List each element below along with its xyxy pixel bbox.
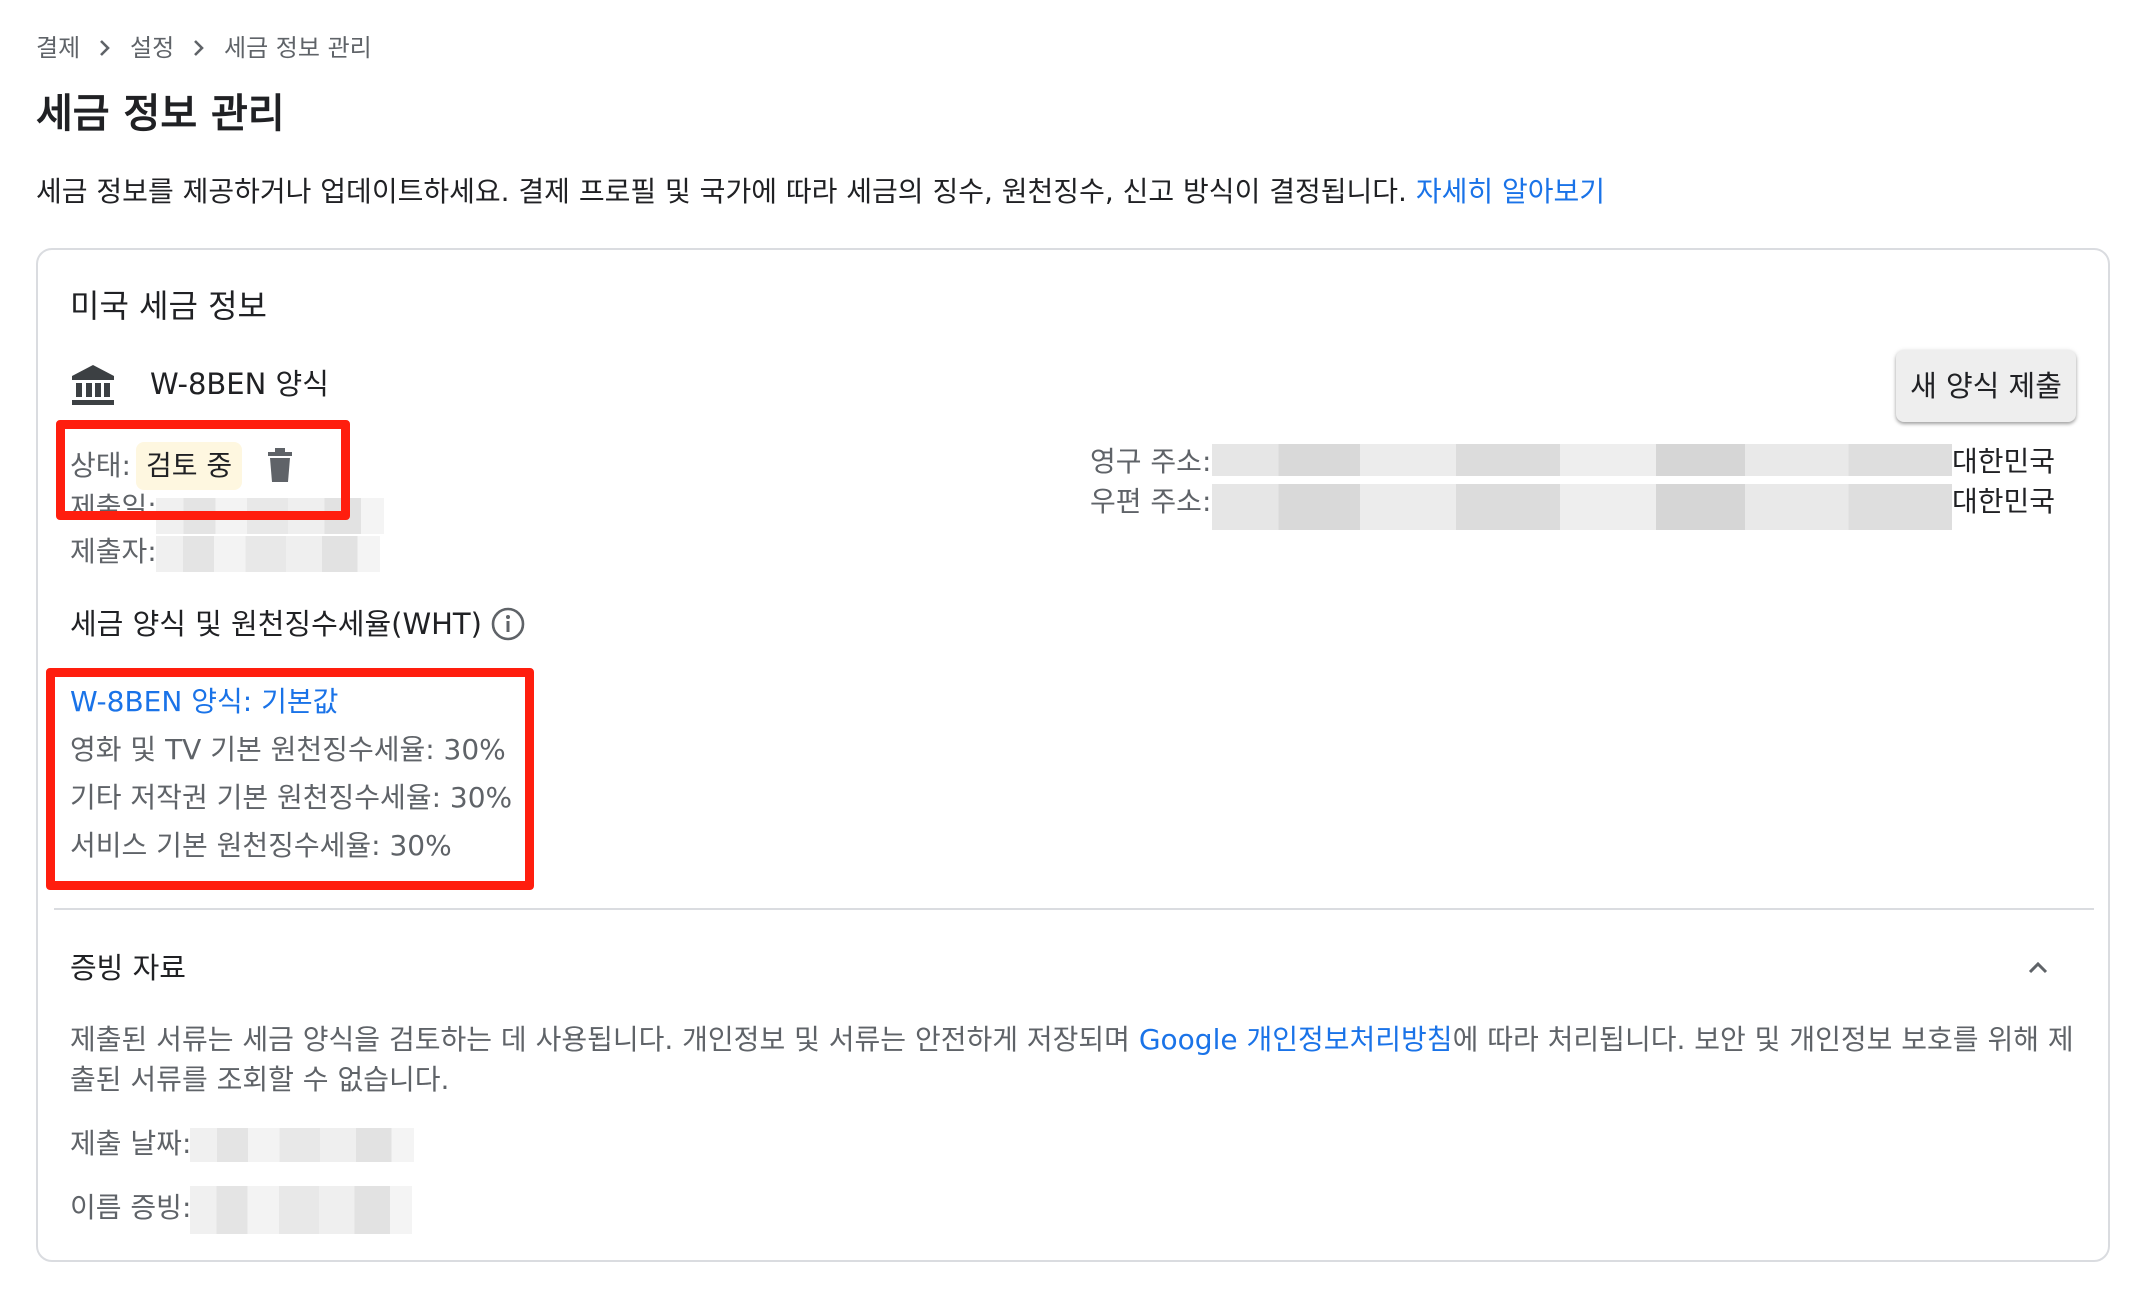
breadcrumb-item-settings[interactable]: 설정	[130, 30, 174, 66]
submission-date-label: 제출 날짜:	[70, 1127, 192, 1160]
chevron-right-icon	[190, 30, 208, 66]
mailing-address-label: 우편 주소:	[1090, 485, 1212, 518]
evidence-section-title: 증빙 자료	[70, 951, 186, 985]
submitter-redacted	[156, 536, 380, 572]
bank-icon	[70, 362, 116, 408]
submit-new-form-button[interactable]: 새 양식 제출	[1896, 350, 2076, 422]
card-title: 미국 세금 정보	[70, 287, 267, 325]
breadcrumb-item-tax-info: 세금 정보 관리	[224, 34, 372, 62]
permanent-address-country: 대한민국	[1952, 445, 2056, 478]
info-icon[interactable]	[490, 606, 526, 642]
evidence-description: 제출된 서류는 세금 양식을 검토하는 데 사용됩니다. 개인정보 및 서류는 …	[70, 1023, 2074, 1096]
page-title: 세금 정보 관리	[36, 91, 285, 137]
name-proof-label: 이름 증빙:	[70, 1191, 192, 1224]
permanent-address-redacted	[1212, 444, 1952, 476]
chevron-right-icon	[96, 30, 114, 66]
privacy-policy-link[interactable]: Google 개인정보처리방침	[1139, 1023, 1453, 1056]
breadcrumb-item-billing[interactable]: 결제	[36, 30, 80, 66]
permanent-address-label: 영구 주소:	[1090, 445, 1212, 478]
mailing-address-redacted	[1212, 484, 1952, 530]
intro-text: 세금 정보를 제공하거나 업데이트하세요. 결제 프로필 및 국가에 따라 세금…	[36, 175, 1416, 208]
learn-more-link[interactable]: 자세히 알아보기	[1416, 175, 1605, 208]
name-proof-redacted	[190, 1186, 412, 1234]
wht-section-title: 세금 양식 및 원천징수세율(WHT)	[70, 607, 482, 641]
mailing-address-country: 대한민국	[1952, 485, 2056, 518]
form-name: W-8BEN 양식	[150, 367, 329, 401]
submission-date-redacted	[190, 1128, 414, 1162]
submitter-label: 제출자:	[70, 535, 157, 568]
wht-highlight-box	[46, 668, 534, 890]
page-intro: 세금 정보를 제공하거나 업데이트하세요. 결제 프로필 및 국가에 따라 세금…	[36, 172, 1605, 212]
status-highlight-box	[56, 420, 350, 520]
chevron-up-icon[interactable]	[2020, 950, 2056, 986]
section-divider	[54, 908, 2094, 910]
